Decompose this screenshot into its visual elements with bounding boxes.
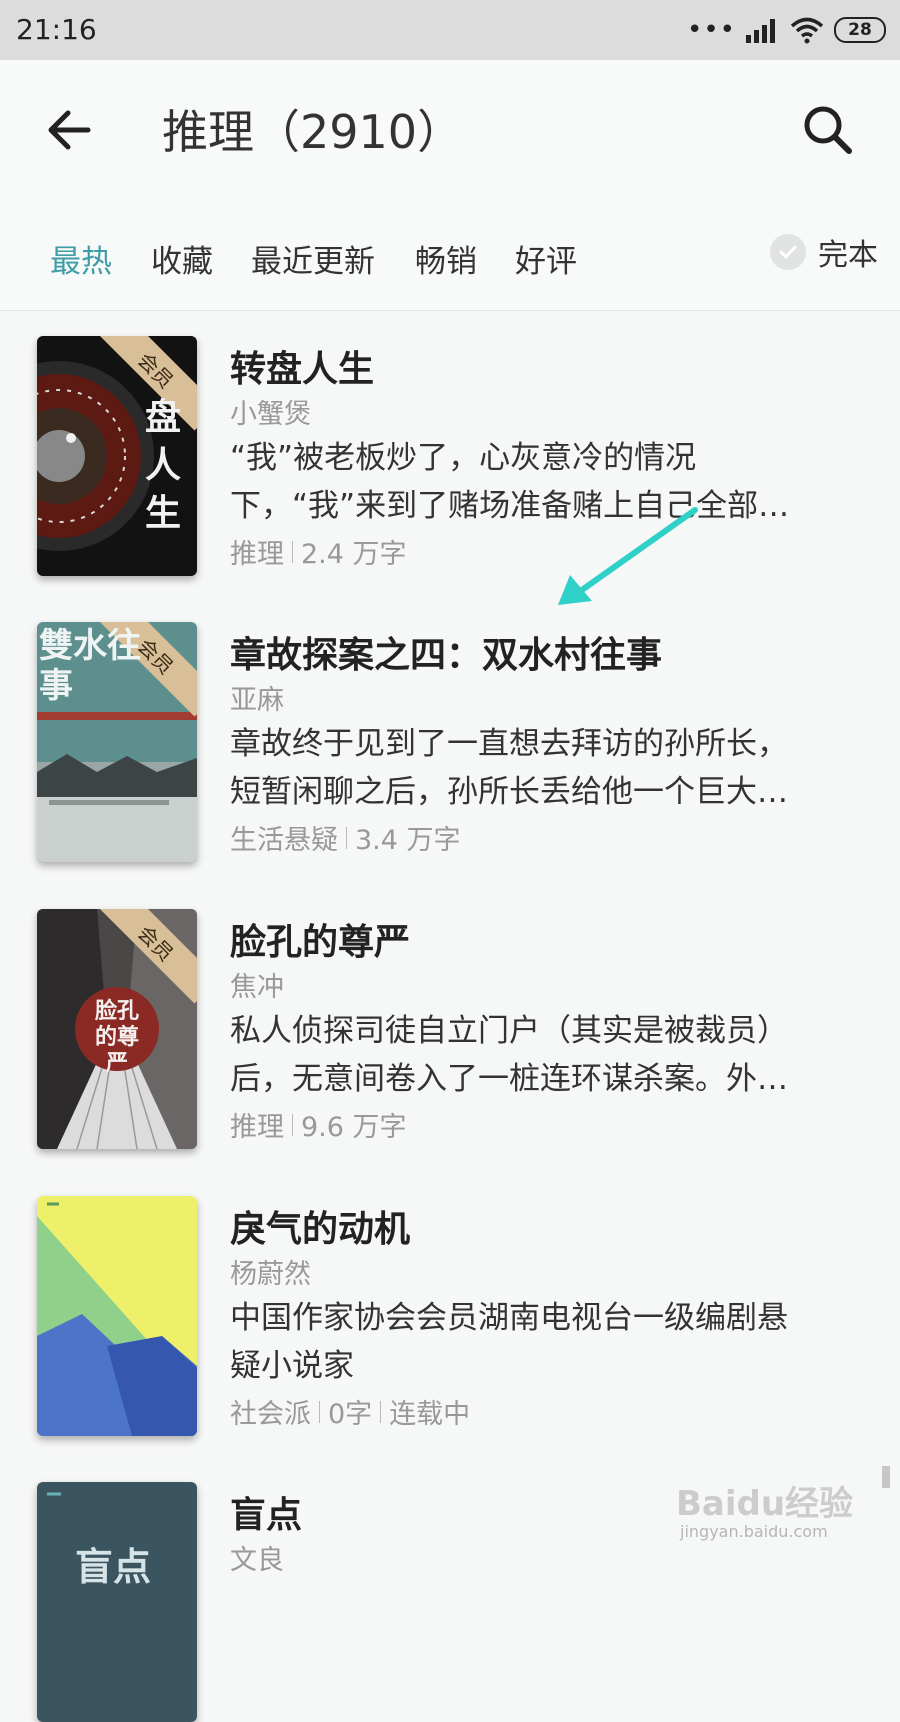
book-list-item[interactable]: 会员 脸孔的尊严 脸孔的尊严 焦冲 私人侦探司徒自立门户（其实是被裁员） 后，无… — [0, 909, 900, 1169]
book-description: 中国作家协会会员湖南电视台一级编剧悬 疑小说家 — [230, 1294, 860, 1390]
book-cover[interactable]: 会员 盘人生 — [37, 336, 197, 576]
book-title[interactable]: 转盘人生 — [230, 340, 374, 392]
book-description-line: 私人侦探司徒自立门户（其实是被裁员） — [230, 1013, 788, 1049]
book-cover[interactable]: 会员 雙水往事 — [37, 622, 197, 862]
filter-tab-top-rated[interactable]: 好评 — [515, 236, 577, 281]
book-list-item[interactable]: 戾气的动机 杨蔚然 中国作家协会会员湖南电视台一级编剧悬 疑小说家 社会派 0字… — [0, 1196, 900, 1456]
book-category: 推理 — [230, 1112, 284, 1143]
battery-level: 28 — [848, 20, 872, 40]
book-description-line: 后，无意间卷入了一桩连环谋杀案。外… — [230, 1061, 788, 1097]
status-icons: ••• 28 — [687, 14, 886, 46]
cover-title-text: 盲点 — [75, 1545, 152, 1589]
filter-tab-favorites[interactable]: 收藏 — [151, 236, 213, 281]
book-title[interactable]: 脸孔的尊严 — [230, 913, 410, 965]
book-author: 小蟹煲 — [230, 399, 311, 430]
book-category: 推理 — [230, 539, 284, 570]
book-description: 私人侦探司徒自立门户（其实是被裁员） 后，无意间卷入了一桩连环谋杀案。外… — [230, 1007, 860, 1103]
app-bar: 推理（2910） — [0, 60, 900, 200]
check-icon — [770, 234, 806, 270]
book-cover[interactable]: 会员 脸孔的尊严 — [37, 909, 197, 1149]
filter-bar: 最热 收藏 最近更新 畅销 好评 完本 — [0, 200, 900, 311]
book-title[interactable]: 盲点 — [230, 1486, 302, 1538]
book-title[interactable]: 章故探案之四：双水村往事 — [230, 626, 662, 678]
book-meta: 社会派 0字 连载中 — [230, 1392, 470, 1431]
book-title[interactable]: 戾气的动机 — [230, 1200, 410, 1252]
cover-title-text: 雙水往事 — [39, 626, 141, 706]
page-title: 推理（2910） — [162, 105, 464, 159]
book-word-count: 3.4 万字 — [355, 825, 461, 856]
watermark-logo: Baidu经验 — [676, 1484, 854, 1524]
complete-label: 完本 — [818, 238, 878, 273]
book-description-line: 疑小说家 — [230, 1348, 354, 1384]
book-description-line: “我”被老板炒了，心灰意冷的情况 — [230, 440, 697, 476]
book-description-line: 中国作家协会会员湖南电视台一级编剧悬 — [230, 1300, 788, 1336]
meta-separator — [380, 1400, 382, 1423]
scrollbar-thumb[interactable] — [882, 1466, 890, 1488]
filter-tab-recent-updates[interactable]: 最近更新 — [251, 236, 375, 281]
wifi-icon — [790, 17, 824, 44]
book-list-item[interactable]: 会员 雙水往事 章故探案之四：双水村往事 亚麻 章故终于见到了一直想去拜访的孙所… — [0, 622, 900, 882]
notification-dots-icon: ••• — [686, 15, 736, 45]
book-category: 生活悬疑 — [230, 825, 338, 856]
meta-separator — [292, 540, 293, 563]
meta-separator — [346, 826, 347, 849]
meta-separator — [292, 1113, 293, 1136]
book-description-line: 短暂闲聊之后，孙所长丢给他一个巨大… — [230, 774, 788, 810]
book-word-count: 9.6 万字 — [301, 1112, 407, 1143]
book-description: “我”被老板炒了，心灰意冷的情况 下，“我”来到了赌场准备赌上自己全部… — [230, 434, 860, 530]
status-time: 21:16 — [16, 13, 97, 46]
search-icon — [804, 106, 852, 154]
book-author: 焦冲 — [230, 972, 284, 1003]
book-word-count: 2.4 万字 — [301, 539, 407, 570]
search-button[interactable] — [796, 98, 860, 162]
cover-title-text: 盘人生 — [144, 397, 181, 534]
book-description-line: 下，“我”来到了赌场准备赌上自己全部… — [230, 488, 790, 524]
meta-separator — [319, 1400, 320, 1423]
status-bar: 21:16 ••• 28 — [0, 0, 900, 60]
watermark-url: jingyan.baidu.com — [680, 1522, 828, 1541]
book-author: 文良 — [230, 1545, 284, 1576]
book-list-item[interactable]: 会员 盘人生 转盘人生 小蟹煲 “我”被老板炒了，心灰意冷的情况 下，“我”来到… — [0, 336, 900, 596]
book-cover[interactable]: 盲点 — [37, 1482, 197, 1722]
book-meta: 生活悬疑 3.4 万字 — [230, 818, 461, 857]
watermark: Baidu经验 jingyan.baidu.com — [676, 1476, 876, 1546]
complete-toggle[interactable]: 完本 — [770, 230, 878, 274]
book-meta: 推理 9.6 万字 — [230, 1105, 407, 1144]
back-button[interactable] — [40, 100, 100, 160]
filter-tab-bestselling[interactable]: 畅销 — [415, 236, 477, 281]
battery-indicator: 28 — [834, 17, 886, 43]
book-status: 连载中 — [389, 1399, 471, 1430]
book-meta: 推理 2.4 万字 — [230, 532, 407, 571]
signal-icon — [746, 19, 775, 43]
filter-tab-hottest[interactable]: 最热 — [50, 236, 112, 281]
back-arrow-icon — [48, 110, 91, 150]
book-category: 社会派 — [230, 1399, 311, 1430]
book-word-count: 0字 — [328, 1399, 373, 1430]
book-cover[interactable] — [37, 1196, 197, 1436]
book-author: 杨蔚然 — [230, 1259, 311, 1290]
book-description: 章故终于见到了一直想去拜访的孙所长， 短暂闲聊之后，孙所长丢给他一个巨大… — [230, 720, 860, 816]
cover-title-text: 脸孔的尊严 — [94, 999, 139, 1076]
book-author: 亚麻 — [230, 685, 284, 716]
book-description-line: 章故终于见到了一直想去拜访的孙所长， — [230, 726, 788, 762]
annotation-arrow-icon — [558, 507, 698, 605]
